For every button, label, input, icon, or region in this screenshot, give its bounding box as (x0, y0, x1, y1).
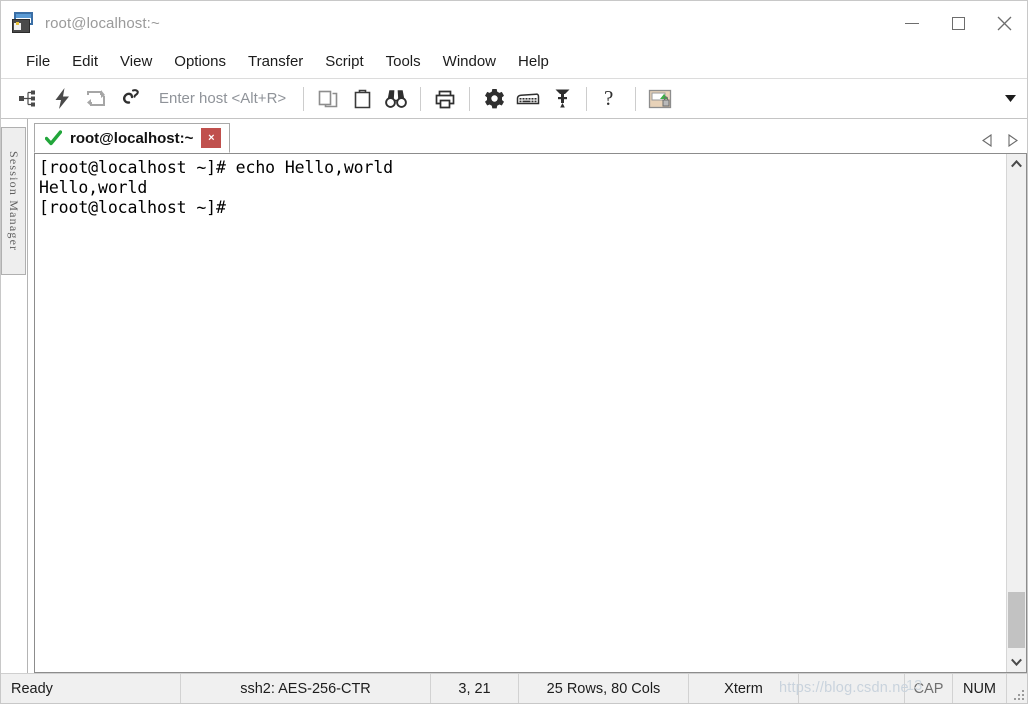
terminal-line: [root@localhost ~]# (39, 198, 226, 217)
menu-edit[interactable]: Edit (61, 49, 109, 74)
reconnect-icon[interactable] (79, 83, 113, 115)
scroll-up-arrow[interactable] (1007, 154, 1026, 174)
session-tab-root-localhost[interactable]: root@localhost:~ × (34, 123, 231, 153)
scrollbar-track[interactable] (1007, 174, 1026, 652)
menu-window[interactable]: Window (432, 49, 507, 74)
main-area: Session Manager root@localhost:~ × [root… (1, 119, 1027, 673)
menu-script[interactable]: Script (314, 49, 374, 74)
keymap-editor-icon[interactable] (511, 83, 545, 115)
status-emulation: Xterm (689, 674, 799, 703)
toolbar-separator (635, 86, 637, 111)
tab-scroll-controls (979, 131, 1021, 149)
status-caps-lock: CAP (905, 674, 953, 703)
toolbar-separator (420, 86, 422, 111)
sidebar-tab-session-manager[interactable]: Session Manager (1, 127, 26, 275)
tab-scroll-left[interactable] (979, 131, 995, 149)
status-bar: Ready ssh2: AES-256-CTR 3, 21 25 Rows, 8… (1, 673, 1027, 703)
scrollbar-thumb[interactable] (1008, 592, 1025, 648)
status-num-lock: NUM (953, 674, 1007, 703)
menu-view[interactable]: View (109, 49, 163, 74)
toolbar-separator (469, 86, 471, 111)
key-icon[interactable] (545, 83, 579, 115)
scroll-down-arrow[interactable] (1007, 652, 1026, 672)
tab-scroll-right[interactable] (1005, 131, 1021, 149)
green-check-icon (44, 129, 63, 147)
menu-bar: File Edit View Options Transfer Script T… (1, 45, 1027, 79)
menu-help[interactable]: Help (507, 49, 560, 74)
session-tab-close-button[interactable]: × (201, 128, 222, 148)
secure-lock-icon[interactable] (643, 83, 677, 115)
window-title: root@localhost:~ (45, 14, 160, 32)
menu-transfer[interactable]: Transfer (237, 49, 314, 74)
host-entry-input[interactable]: Enter host <Alt+R> (159, 90, 286, 107)
find-icon[interactable] (379, 83, 413, 115)
session-manager-icon[interactable] (11, 83, 45, 115)
maximize-button[interactable] (935, 1, 981, 45)
help-icon[interactable]: ? (594, 83, 628, 115)
clone-session-icon[interactable] (113, 83, 147, 115)
sidebar-tab-label: Session Manager (7, 150, 21, 252)
toolbar-overflow-chevron[interactable] (999, 79, 1021, 118)
status-cursor-position: 3, 21 (431, 674, 519, 703)
securecrt-icon (11, 11, 35, 35)
session-tab-bar: root@localhost:~ × (28, 119, 1027, 153)
terminal-line: Hello,world (39, 178, 148, 197)
paste-icon[interactable] (345, 83, 379, 115)
toolbar-separator (303, 86, 305, 111)
terminal-frame: [root@localhost ~]# echo Hello,world Hel… (34, 153, 1027, 673)
menu-tools[interactable]: Tools (375, 49, 432, 74)
session-options-icon[interactable] (477, 83, 511, 115)
menu-file[interactable]: File (15, 49, 61, 74)
terminal-output[interactable]: [root@localhost ~]# echo Hello,world Hel… (35, 154, 1006, 672)
status-spacer (799, 674, 905, 703)
menu-options[interactable]: Options (163, 49, 237, 74)
copy-icon[interactable] (311, 83, 345, 115)
print-icon[interactable] (428, 83, 462, 115)
session-manager-sidebar: Session Manager (1, 119, 28, 673)
close-button[interactable] (981, 1, 1027, 45)
securecrt-window: root@localhost:~ File Edit View Options … (0, 0, 1028, 704)
quick-connect-icon[interactable] (45, 83, 79, 115)
terminal-vertical-scrollbar[interactable] (1006, 154, 1027, 672)
session-tab-label: root@localhost:~ (70, 129, 194, 147)
status-cipher: ssh2: AES-256-CTR (181, 674, 431, 703)
toolbar-separator (586, 86, 588, 111)
terminal-column: root@localhost:~ × [root@localhost ~]# e… (28, 119, 1027, 673)
minimize-button[interactable] (889, 1, 935, 45)
toolbar: Enter host <Alt+R> ? (1, 79, 1027, 119)
status-ready: Ready (1, 674, 181, 703)
resize-grip[interactable] (1007, 674, 1027, 703)
title-bar: root@localhost:~ (1, 1, 1027, 45)
window-controls (889, 1, 1027, 45)
terminal-line: [root@localhost ~]# echo Hello,world (39, 158, 394, 177)
status-dimensions: 25 Rows, 80 Cols (519, 674, 689, 703)
svg-text:?: ? (604, 88, 613, 109)
